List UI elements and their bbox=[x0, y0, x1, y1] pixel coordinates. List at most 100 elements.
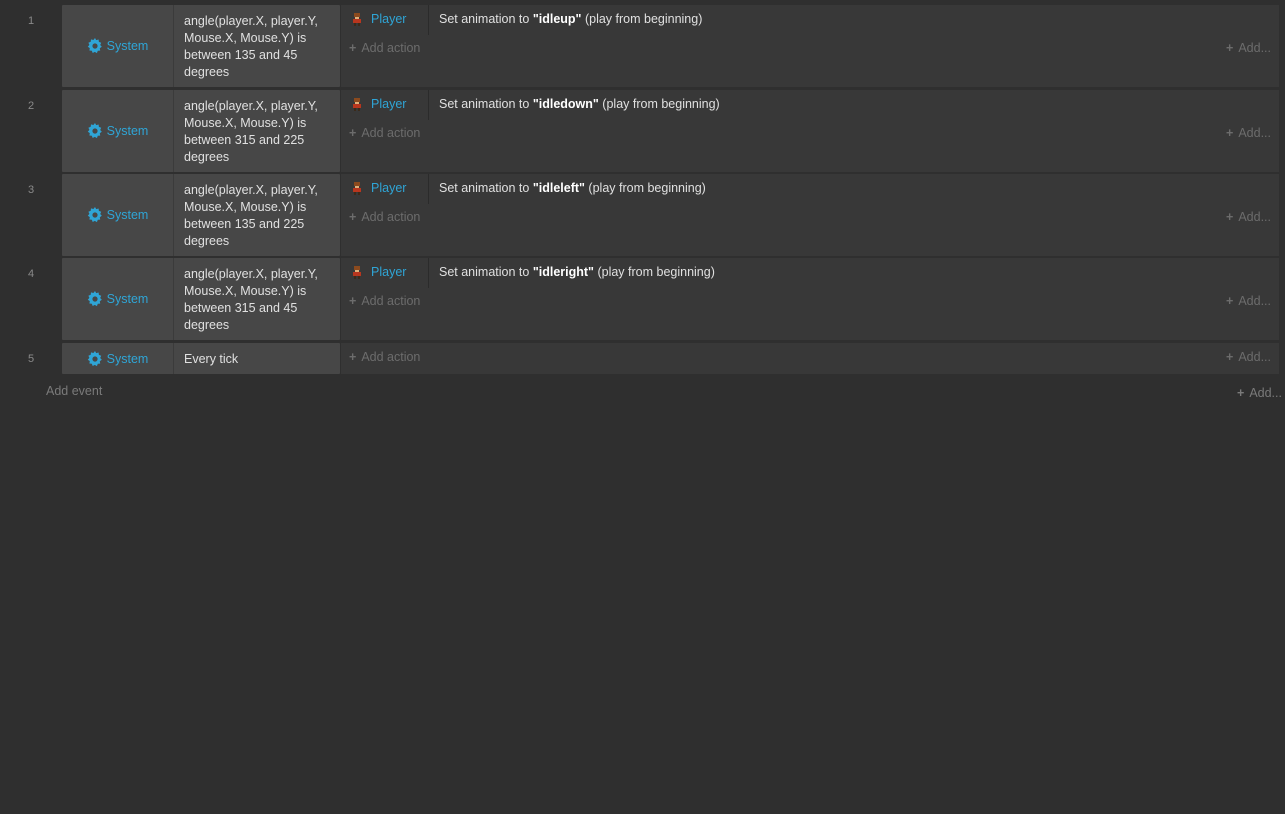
action-value: "idledown" bbox=[532, 97, 599, 111]
condition-text: angle(player.X, player.Y, Mouse.X, Mouse… bbox=[184, 267, 318, 332]
condition-text: angle(player.X, player.Y, Mouse.X, Mouse… bbox=[184, 99, 318, 164]
action-object[interactable]: Player bbox=[351, 181, 406, 195]
action-value: "idleright" bbox=[532, 265, 594, 279]
add-more-button[interactable]: + Add... bbox=[1226, 294, 1271, 308]
action-value: "idleup" bbox=[532, 12, 582, 26]
add-more-button[interactable]: + Add... bbox=[1226, 41, 1271, 55]
add-more-label: Add... bbox=[1238, 210, 1271, 224]
action-suffix: (play from beginning) bbox=[584, 181, 706, 195]
event-number: 1 bbox=[28, 15, 35, 27]
condition-object-name: System bbox=[106, 124, 149, 138]
condition-object[interactable]: System bbox=[62, 174, 174, 256]
action-text[interactable]: Set animation to "idleup" (play from beg… bbox=[439, 12, 702, 26]
add-action-button[interactable]: + Add action bbox=[349, 350, 420, 364]
divider bbox=[428, 174, 429, 204]
gear-icon bbox=[87, 207, 103, 223]
plus-icon: + bbox=[1226, 350, 1234, 364]
plus-icon: + bbox=[349, 41, 357, 55]
condition-object[interactable]: System bbox=[62, 258, 174, 340]
actions-block: Player Set animation to "idleleft" (play… bbox=[341, 174, 1279, 256]
condition-block[interactable]: System angle(player.X, player.Y, Mouse.X… bbox=[62, 174, 340, 256]
add-more-button[interactable]: + Add... bbox=[1226, 126, 1271, 140]
add-more-label: Add... bbox=[1238, 294, 1271, 308]
action-object-name: Player bbox=[371, 97, 407, 111]
condition-text: angle(player.X, player.Y, Mouse.X, Mouse… bbox=[184, 14, 318, 79]
action-suffix: (play from beginning) bbox=[598, 97, 720, 111]
action-row[interactable]: Player Set animation to "idleright" (pla… bbox=[341, 258, 1279, 288]
plus-icon: + bbox=[349, 294, 357, 308]
add-action-button[interactable]: + Add action bbox=[349, 210, 420, 224]
plus-icon: + bbox=[1226, 294, 1234, 308]
action-suffix: (play from beginning) bbox=[581, 12, 703, 26]
condition-block[interactable]: System Every tick bbox=[62, 343, 340, 374]
event-number: 5 bbox=[28, 353, 35, 365]
condition-object-name: System bbox=[106, 351, 149, 366]
action-text[interactable]: Set animation to "idleright" (play from … bbox=[439, 265, 715, 279]
divider bbox=[428, 90, 429, 120]
event-number: 3 bbox=[28, 184, 35, 196]
actions-block: Player Set animation to "idleright" (pla… bbox=[341, 258, 1279, 340]
condition-block[interactable]: System angle(player.X, player.Y, Mouse.X… bbox=[62, 90, 340, 172]
action-row[interactable]: Player Set animation to "idleleft" (play… bbox=[341, 174, 1279, 204]
add-action-button[interactable]: + Add action bbox=[349, 126, 420, 140]
action-text[interactable]: Set animation to "idledown" (play from b… bbox=[439, 97, 720, 111]
action-prefix: Set animation to bbox=[439, 265, 533, 279]
action-object[interactable]: Player bbox=[351, 97, 406, 111]
action-prefix: Set animation to bbox=[439, 12, 533, 26]
actions-block: + Add action + Add... bbox=[341, 343, 1279, 374]
action-text[interactable]: Set animation to "idleleft" (play from b… bbox=[439, 181, 706, 195]
add-action-label: Add action bbox=[361, 41, 421, 55]
event-number: 2 bbox=[28, 100, 35, 112]
condition-block[interactable]: System angle(player.X, player.Y, Mouse.X… bbox=[62, 5, 340, 87]
condition-object-name: System bbox=[106, 208, 149, 222]
add-event-button[interactable]: Add event bbox=[46, 384, 102, 398]
gear-icon bbox=[87, 291, 103, 307]
event-row-1[interactable]: 1 System angle(player.X, player.Y, Mouse… bbox=[0, 5, 1285, 87]
action-object[interactable]: Player bbox=[351, 265, 406, 279]
gear-icon bbox=[87, 123, 103, 139]
action-object-name: Player bbox=[371, 265, 407, 279]
add-more-button[interactable]: + Add... bbox=[1226, 350, 1271, 364]
action-object[interactable]: Player bbox=[351, 12, 406, 26]
event-number: 4 bbox=[28, 268, 35, 280]
add-more-label: Add... bbox=[1238, 350, 1271, 364]
plus-icon: + bbox=[1226, 41, 1234, 55]
action-suffix: (play from beginning) bbox=[593, 265, 715, 279]
plus-icon: + bbox=[1226, 126, 1234, 140]
action-prefix: Set animation to bbox=[439, 97, 533, 111]
condition-object[interactable]: System bbox=[62, 90, 174, 172]
condition-block[interactable]: System angle(player.X, player.Y, Mouse.X… bbox=[62, 258, 340, 340]
add-more-button[interactable]: + Add... bbox=[1226, 210, 1271, 224]
divider bbox=[428, 5, 429, 35]
plus-icon: + bbox=[349, 210, 357, 224]
add-action-button[interactable]: + Add action bbox=[349, 41, 420, 55]
add-action-label: Add action bbox=[361, 294, 421, 308]
event-row-3[interactable]: 3 System angle(player.X, player.Y, Mouse… bbox=[0, 174, 1285, 256]
plus-icon: + bbox=[349, 126, 357, 140]
add-action-label: Add action bbox=[361, 126, 421, 140]
actions-block: Player Set animation to "idleup" (play f… bbox=[341, 5, 1279, 87]
plus-icon: + bbox=[1226, 210, 1234, 224]
condition-text: angle(player.X, player.Y, Mouse.X, Mouse… bbox=[184, 183, 318, 248]
action-row[interactable]: Player Set animation to "idleup" (play f… bbox=[341, 5, 1279, 35]
add-action-button[interactable]: + Add action bbox=[349, 294, 420, 308]
add-more-event-button[interactable]: + Add... bbox=[1237, 386, 1282, 400]
plus-icon: + bbox=[349, 350, 357, 364]
add-more-label: Add... bbox=[1238, 126, 1271, 140]
condition-object[interactable]: System bbox=[62, 343, 174, 374]
player-sprite-icon bbox=[351, 181, 363, 195]
player-sprite-icon bbox=[351, 97, 363, 111]
event-row-2[interactable]: 2 System angle(player.X, player.Y, Mouse… bbox=[0, 90, 1285, 172]
action-value: "idleleft" bbox=[532, 181, 585, 195]
gear-icon bbox=[87, 350, 103, 367]
event-row-4[interactable]: 4 System angle(player.X, player.Y, Mouse… bbox=[0, 258, 1285, 340]
condition-object[interactable]: System bbox=[62, 5, 174, 87]
action-object-name: Player bbox=[371, 181, 407, 195]
plus-icon: + bbox=[1237, 386, 1245, 400]
event-row-5[interactable]: 5 System Every tick + Add action + Add... bbox=[0, 343, 1285, 374]
divider bbox=[428, 258, 429, 288]
actions-block: Player Set animation to "idledown" (play… bbox=[341, 90, 1279, 172]
player-sprite-icon bbox=[351, 265, 363, 279]
action-row[interactable]: Player Set animation to "idledown" (play… bbox=[341, 90, 1279, 120]
add-action-label: Add action bbox=[361, 350, 421, 364]
